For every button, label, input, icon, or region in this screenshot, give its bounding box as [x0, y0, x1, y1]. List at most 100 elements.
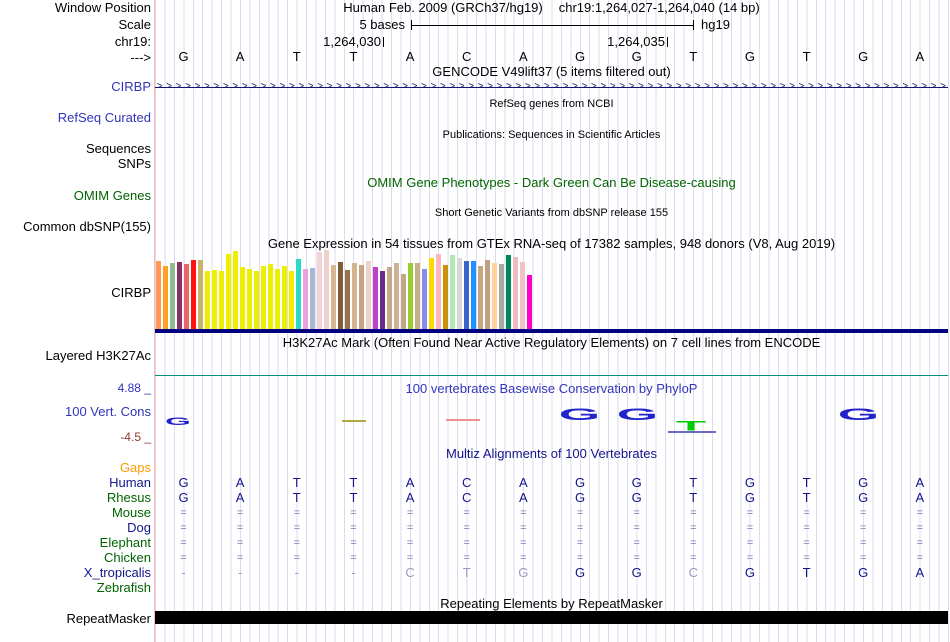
gtex-expression-bar[interactable] [163, 266, 168, 329]
multiz-species-label[interactable]: Chicken [0, 551, 151, 565]
gtex-expression-bar[interactable] [219, 271, 224, 329]
gtex-expression-bar[interactable] [275, 269, 280, 329]
gtex-expression-bar[interactable] [198, 260, 203, 329]
gtex-expression-bar[interactable] [429, 258, 434, 329]
gtex-expression-bar[interactable] [492, 263, 497, 329]
gtex-expression-bar[interactable] [156, 261, 161, 329]
gtex-expression-bar[interactable] [317, 252, 322, 329]
phylop-score-dash [446, 419, 480, 421]
gtex-expression-bar[interactable] [331, 265, 336, 329]
multiz-species-label[interactable]: Elephant [0, 536, 151, 550]
gtex-expression-bar[interactable] [457, 258, 462, 329]
gtex-expression-bar[interactable] [324, 250, 329, 329]
gtex-expression-bar[interactable] [338, 262, 343, 329]
gtex-expression-bar[interactable] [471, 261, 476, 329]
gtex-expression-bar[interactable] [226, 254, 231, 329]
gtex-expression-bar[interactable] [527, 275, 532, 329]
track-label-refseq-curated[interactable]: RefSeq Curated [0, 111, 151, 125]
multiz-species-label[interactable]: X_tropicalis [0, 566, 151, 580]
track-label-common-dbsnp[interactable]: Common dbSNP(155) [0, 220, 151, 234]
track-label-sequences[interactable]: Sequences [0, 142, 151, 156]
gtex-expression-bar[interactable] [415, 263, 420, 329]
gtex-track-title[interactable]: Gene Expression in 54 tissues from GTEx … [155, 237, 948, 251]
gtex-expression-bar[interactable] [352, 263, 357, 329]
gtex-expression-bar[interactable] [464, 261, 469, 329]
gtex-expression-bar[interactable] [443, 265, 448, 329]
multiz-species-label[interactable]: Zebrafish [0, 581, 151, 595]
alignment-base: A [382, 476, 439, 490]
multiz-track-title[interactable]: Multiz Alignments of 100 Vertebrates [155, 447, 948, 461]
right-arrow-icon: > [910, 80, 919, 94]
gtex-expression-bar[interactable] [282, 266, 287, 329]
alignment-base: T [778, 476, 835, 490]
gtex-expression-bar[interactable] [177, 262, 182, 329]
gtex-expression-bar[interactable] [233, 251, 238, 329]
gtex-expression-bar[interactable] [478, 266, 483, 329]
gtex-expression-bar[interactable] [436, 254, 441, 329]
scale-bar [411, 25, 694, 26]
track-label-gencode-cirbp[interactable]: CIRBP [0, 80, 151, 94]
track-label-snps[interactable]: SNPs [0, 157, 151, 171]
track-label-repeatmasker[interactable]: RepeatMasker [0, 612, 151, 626]
gtex-expression-bar[interactable] [261, 266, 266, 329]
gtex-expression-bar[interactable] [387, 267, 392, 329]
ruler-base-letter: A [495, 50, 552, 64]
gtex-expression-bar[interactable] [506, 255, 511, 329]
gtex-expression-bar[interactable] [422, 269, 427, 329]
multiz-species-label[interactable]: Gaps [0, 461, 151, 475]
alignment-base: = [665, 536, 722, 550]
repeatmasker-element-bar[interactable] [155, 611, 948, 624]
gtex-expression-bar[interactable] [450, 255, 455, 329]
track-label-gtex-cirbp[interactable]: CIRBP [0, 286, 151, 300]
alignment-base: = [495, 521, 552, 535]
gtex-expression-bar[interactable] [394, 263, 399, 329]
gtex-expression-bar[interactable] [254, 271, 259, 329]
dbsnp-track-title[interactable]: Short Genetic Variants from dbSNP releas… [155, 206, 948, 220]
gtex-expression-bar[interactable] [485, 260, 490, 329]
right-arrow-icon: > [627, 80, 636, 94]
alignment-base: G [721, 566, 778, 580]
gtex-expression-bar[interactable] [191, 260, 196, 329]
omim-track-title[interactable]: OMIM Gene Phenotypes - Dark Green Can Be… [155, 176, 948, 190]
gtex-expression-bar[interactable] [310, 268, 315, 329]
publications-track-title[interactable]: Publications: Sequences in Scientific Ar… [155, 128, 948, 142]
gtex-expression-bar[interactable] [345, 270, 350, 329]
gtex-expression-bar[interactable] [212, 270, 217, 329]
gtex-expression-bar[interactable] [268, 264, 273, 329]
gtex-expression-bar[interactable] [296, 259, 301, 329]
gtex-expression-bar[interactable] [408, 263, 413, 329]
gtex-expression-bar[interactable] [170, 263, 175, 329]
gtex-expression-bar[interactable] [247, 269, 252, 329]
gtex-expression-bar[interactable] [513, 257, 518, 329]
repeatmasker-track-title[interactable]: Repeating Elements by RepeatMasker [155, 597, 948, 611]
gtex-expression-bar[interactable] [520, 262, 525, 329]
gtex-expression-bar[interactable] [366, 261, 371, 329]
multiz-species-label[interactable]: Mouse [0, 506, 151, 520]
multiz-species-label[interactable]: Rhesus [0, 491, 151, 505]
h3k27ac-track-title[interactable]: H3K27Ac Mark (Often Found Near Active Re… [155, 336, 948, 350]
refseq-track-title[interactable]: RefSeq genes from NCBI [155, 97, 948, 111]
track-label-layered-h3k27ac[interactable]: Layered H3K27Ac [0, 349, 151, 363]
phylop-track-title[interactable]: 100 vertebrates Basewise Conservation by… [155, 382, 948, 396]
gtex-expression-bar[interactable] [240, 267, 245, 329]
gtex-expression-bar[interactable] [205, 271, 210, 329]
right-arrow-icon: > [617, 80, 626, 94]
right-arrow-icon: > [787, 80, 796, 94]
gtex-expression-bar[interactable] [359, 265, 364, 329]
track-label-omim-genes[interactable]: OMIM Genes [0, 189, 151, 203]
track-label-100-vert-cons[interactable]: 100 Vert. Cons [0, 405, 151, 419]
gencode-track-title[interactable]: GENCODE V49lift37 (5 items filtered out) [155, 65, 948, 79]
gtex-expression-bar[interactable] [184, 264, 189, 329]
gtex-expression-bar[interactable] [401, 274, 406, 329]
gtex-expression-bar[interactable] [289, 271, 294, 329]
multiz-species-label[interactable]: Dog [0, 521, 151, 535]
alignment-base: = [835, 536, 892, 550]
multiz-species-label[interactable]: Human [0, 476, 151, 490]
right-arrow-icon: > [523, 80, 532, 94]
gtex-expression-bar[interactable] [303, 269, 308, 329]
gtex-expression-bar[interactable] [373, 267, 378, 329]
right-arrow-icon: > [155, 80, 164, 94]
gtex-expression-bar[interactable] [380, 271, 385, 329]
gtex-expression-bar[interactable] [499, 264, 504, 329]
cirbp-gene-direction-arrows[interactable]: >>>>>>>>>>>>>>>>>>>>>>>>>>>>>>>>>>>>>>>>… [155, 80, 948, 94]
